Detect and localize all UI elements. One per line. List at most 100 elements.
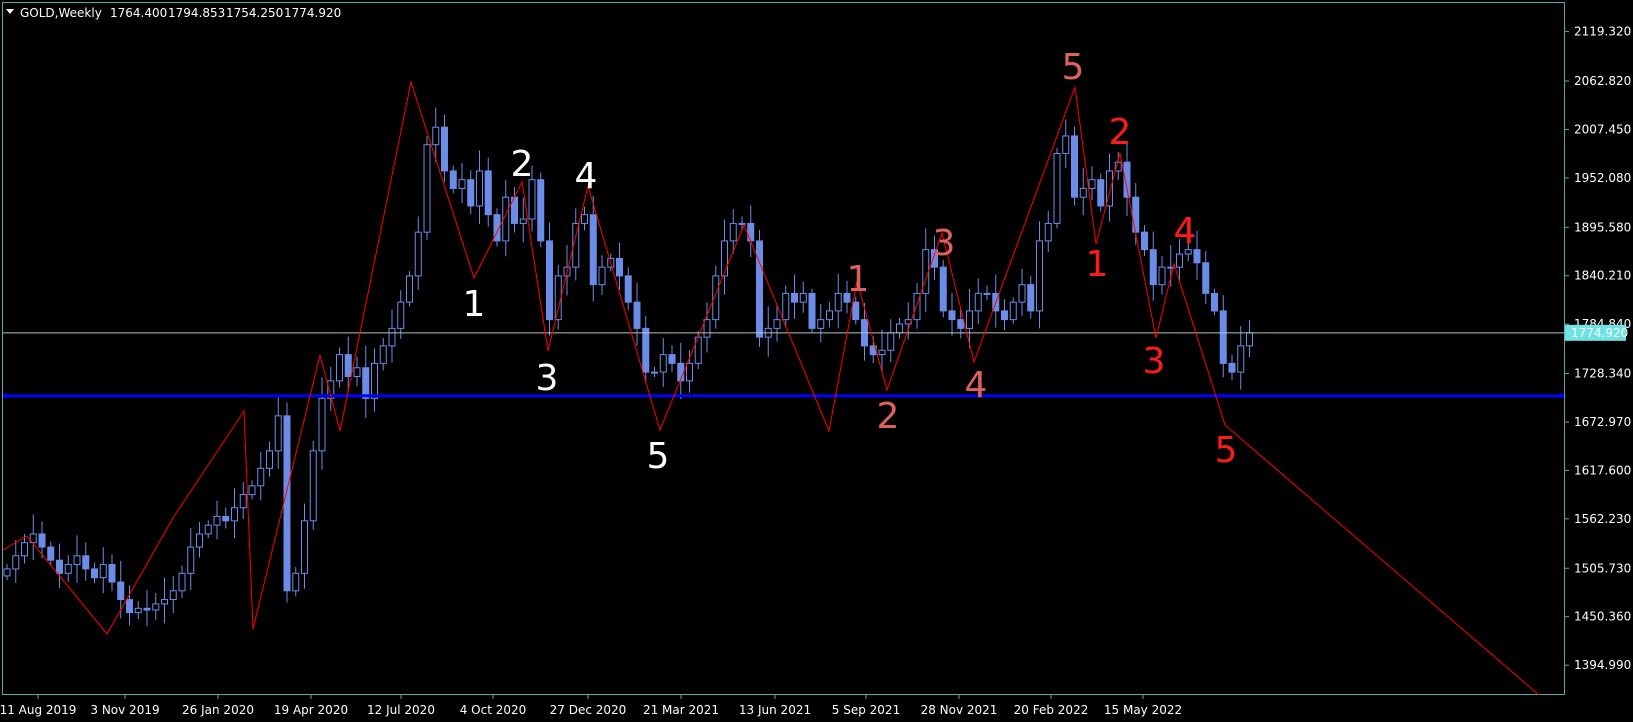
candle-body xyxy=(966,310,973,329)
candle-body xyxy=(283,415,291,592)
candle-body xyxy=(91,568,98,579)
candle-body xyxy=(3,568,11,577)
y-tick-label: 1952.080 xyxy=(1574,171,1631,185)
candle-body xyxy=(117,581,125,601)
candle-body xyxy=(948,310,956,321)
candle-body xyxy=(817,319,825,329)
candle-body xyxy=(616,257,623,277)
candle-body xyxy=(64,564,72,574)
candle-body xyxy=(467,179,475,207)
candle-body xyxy=(21,542,28,557)
y-tick-label: 1728.340 xyxy=(1574,367,1631,381)
candle-body xyxy=(126,599,133,614)
x-tick-label: 3 Nov 2019 xyxy=(90,703,159,717)
candle-body xyxy=(1176,253,1183,268)
candle-body xyxy=(782,292,790,321)
chart-header: GOLD,Weekly 1764.400 1794.853 1754.250 1… xyxy=(6,6,341,20)
candle-body xyxy=(624,275,632,303)
candle-body xyxy=(1027,284,1035,312)
candle-body xyxy=(537,179,545,242)
candle-body xyxy=(659,354,667,373)
candle-body xyxy=(1246,332,1253,347)
candle-body xyxy=(47,546,55,561)
candle-body xyxy=(73,555,81,566)
candle-body xyxy=(1219,310,1227,364)
candle-body xyxy=(397,301,405,329)
current-price-marker: 1774.920 xyxy=(1565,324,1628,341)
candle-body xyxy=(239,494,247,509)
candle-body xyxy=(896,323,903,334)
candle-body xyxy=(213,515,221,526)
candle-body xyxy=(957,319,965,329)
wave-label-5: 5 xyxy=(1062,47,1085,88)
candle-body xyxy=(301,520,308,574)
wave-label-2: 2 xyxy=(511,144,534,185)
candle-body xyxy=(581,214,588,224)
candle-body xyxy=(1132,196,1140,233)
x-tick-label: 12 Jul 2020 xyxy=(367,703,435,717)
candle-body xyxy=(99,564,107,579)
candle-body xyxy=(56,559,63,574)
candle-body xyxy=(791,292,798,303)
candle-body xyxy=(274,415,282,452)
support-line-handle xyxy=(1558,393,1564,399)
x-tick-label: 26 Jan 2020 xyxy=(182,703,254,717)
ohlc-low: 1754.250 xyxy=(226,6,283,20)
y-tick-label: 1895.580 xyxy=(1574,220,1631,234)
candle-body xyxy=(1097,179,1105,207)
y-tick-label: 1394.990 xyxy=(1574,658,1631,672)
candle-body xyxy=(406,275,413,303)
wave-label-3: 3 xyxy=(1143,341,1166,382)
candle-body xyxy=(1202,262,1210,294)
support-line-handle xyxy=(3,393,9,399)
y-tick-label: 1672.970 xyxy=(1574,415,1631,429)
candle-body xyxy=(458,179,466,189)
candle-body xyxy=(336,354,343,382)
candle-body xyxy=(878,349,886,356)
x-tick-label: 4 Oct 2020 xyxy=(460,703,527,717)
candle-body xyxy=(432,126,440,146)
candle-body xyxy=(309,450,317,522)
candle-body xyxy=(204,524,212,535)
candle-body xyxy=(1062,135,1070,154)
candle-body xyxy=(187,546,195,574)
candle-body xyxy=(196,533,203,548)
candle-body xyxy=(38,533,46,548)
y-tick-label: 1617.600 xyxy=(1574,463,1631,477)
candle-body xyxy=(633,301,641,329)
candle-body xyxy=(143,607,151,611)
ohlc-close: 1774.920 xyxy=(284,6,341,20)
candle-body xyxy=(1001,310,1008,321)
x-tick-label: 19 Apr 2020 xyxy=(274,703,348,717)
candle-body xyxy=(852,301,860,321)
wave-label-1: 1 xyxy=(1086,244,1109,285)
wave-label-1: 1 xyxy=(847,259,870,300)
x-tick-label: 21 Mar 2021 xyxy=(643,703,719,717)
candle-body xyxy=(983,292,991,295)
y-tick-label: 2062.820 xyxy=(1574,74,1631,88)
candle-body xyxy=(12,555,20,570)
wave-label-2: 2 xyxy=(877,396,900,437)
y-tick-label: 2007.450 xyxy=(1574,122,1631,136)
y-tick-label: 1450.360 xyxy=(1574,610,1631,624)
candle-body xyxy=(1141,231,1148,251)
x-tick-label: 15 May 2022 xyxy=(1104,703,1182,717)
wave-label-5: 5 xyxy=(647,436,670,477)
candle-body xyxy=(554,275,562,321)
candle-body xyxy=(476,170,483,207)
candle-body xyxy=(379,345,387,364)
candle-body xyxy=(108,564,116,583)
price-chart: GOLD,Weekly 1764.400 1794.853 1754.250 1… xyxy=(0,0,1633,722)
candle-body xyxy=(1053,152,1061,224)
candle-body xyxy=(1228,362,1236,373)
candle-body xyxy=(721,240,728,277)
x-tick-label: 28 Nov 2021 xyxy=(921,703,998,717)
current-price-label: 1774.920 xyxy=(1571,326,1628,340)
candle-body xyxy=(887,332,895,351)
candle-body xyxy=(441,126,448,172)
candle-body xyxy=(134,607,142,614)
candle-body xyxy=(1088,179,1096,189)
candle-body xyxy=(257,467,265,487)
chart-background xyxy=(0,0,1633,722)
wave-label-4: 4 xyxy=(575,156,598,197)
